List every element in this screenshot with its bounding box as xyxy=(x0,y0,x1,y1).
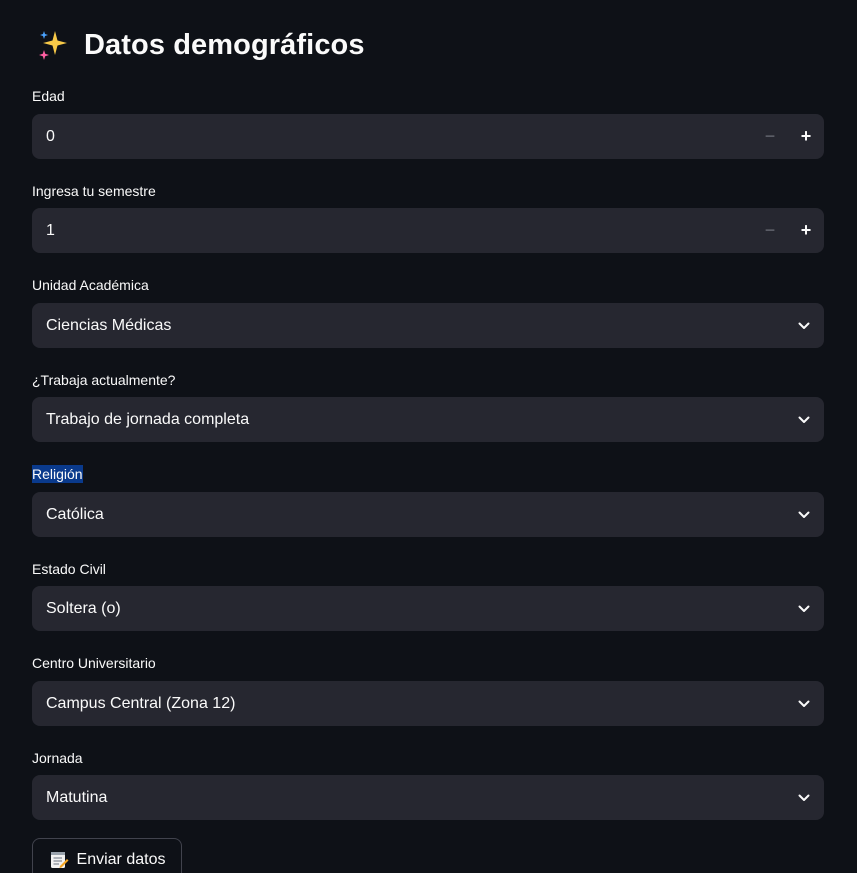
semestre-increment-button[interactable]: + xyxy=(788,208,824,253)
trabaja-selected-value: Trabajo de jornada completa xyxy=(46,410,250,428)
chevron-down-icon[interactable] xyxy=(784,681,824,726)
semestre-number-input[interactable]: 1 − + xyxy=(32,208,824,253)
edad-value[interactable]: 0 xyxy=(32,128,752,146)
field-trabaja: ¿Trabaja actualmente? Trabajo de jornada… xyxy=(32,371,824,442)
semestre-decrement-button[interactable]: − xyxy=(752,208,788,253)
unidad-select[interactable]: Ciencias Médicas xyxy=(32,303,824,348)
field-label-trabaja: ¿Trabaja actualmente? xyxy=(32,372,176,388)
chevron-down-icon[interactable] xyxy=(784,397,824,442)
field-centro-universitario: Centro Universitario Campus Central (Zon… xyxy=(32,654,824,726)
chevron-down-icon[interactable] xyxy=(784,303,824,348)
chevron-down-icon[interactable] xyxy=(784,775,824,820)
demographics-form-page: Datos demográficos Edad 0 − + Ingresa tu… xyxy=(0,0,857,873)
field-label-estado-civil: Estado Civil xyxy=(32,561,106,577)
field-label-unidad: Unidad Académica xyxy=(32,277,149,293)
unidad-selected-value: Ciencias Médicas xyxy=(46,316,172,334)
religion-selected-value: Católica xyxy=(46,505,104,523)
memo-icon xyxy=(49,850,69,870)
chevron-down-icon[interactable] xyxy=(784,586,824,631)
field-religion: Religión Católica xyxy=(32,465,824,537)
estado-civil-selected-value: Soltera (o) xyxy=(46,599,121,617)
field-label-centro: Centro Universitario xyxy=(32,655,156,671)
field-label-edad: Edad xyxy=(32,88,65,104)
field-unidad-academica: Unidad Académica Ciencias Médicas xyxy=(32,276,824,348)
title-row: Datos demográficos xyxy=(36,22,365,68)
submit-button[interactable]: Enviar datos xyxy=(32,838,182,873)
edad-increment-button[interactable]: + xyxy=(788,114,824,159)
sparkles-icon xyxy=(36,28,70,62)
jornada-select[interactable]: Matutina xyxy=(32,775,824,820)
page-title: Datos demográficos xyxy=(84,28,365,61)
field-label-religion: Religión xyxy=(32,465,83,483)
semestre-value[interactable]: 1 xyxy=(32,222,752,240)
field-jornada: Jornada Matutina xyxy=(32,749,824,820)
centro-select[interactable]: Campus Central (Zona 12) xyxy=(32,681,824,726)
submit-button-label: Enviar datos xyxy=(76,851,166,868)
field-estado-civil: Estado Civil Soltera (o) xyxy=(32,560,824,631)
chevron-down-icon[interactable] xyxy=(784,492,824,537)
trabaja-select[interactable]: Trabajo de jornada completa xyxy=(32,397,824,442)
field-edad: Edad 0 − + xyxy=(32,87,824,159)
edad-decrement-button[interactable]: − xyxy=(752,114,788,159)
edad-number-input[interactable]: 0 − + xyxy=(32,114,824,159)
religion-select[interactable]: Católica xyxy=(32,492,824,537)
jornada-selected-value: Matutina xyxy=(46,788,108,806)
field-label-jornada: Jornada xyxy=(32,750,83,766)
estado-civil-select[interactable]: Soltera (o) xyxy=(32,586,824,631)
centro-selected-value: Campus Central (Zona 12) xyxy=(46,694,236,712)
field-label-semestre: Ingresa tu semestre xyxy=(32,183,156,199)
field-semestre: Ingresa tu semestre 1 − + xyxy=(32,182,824,253)
